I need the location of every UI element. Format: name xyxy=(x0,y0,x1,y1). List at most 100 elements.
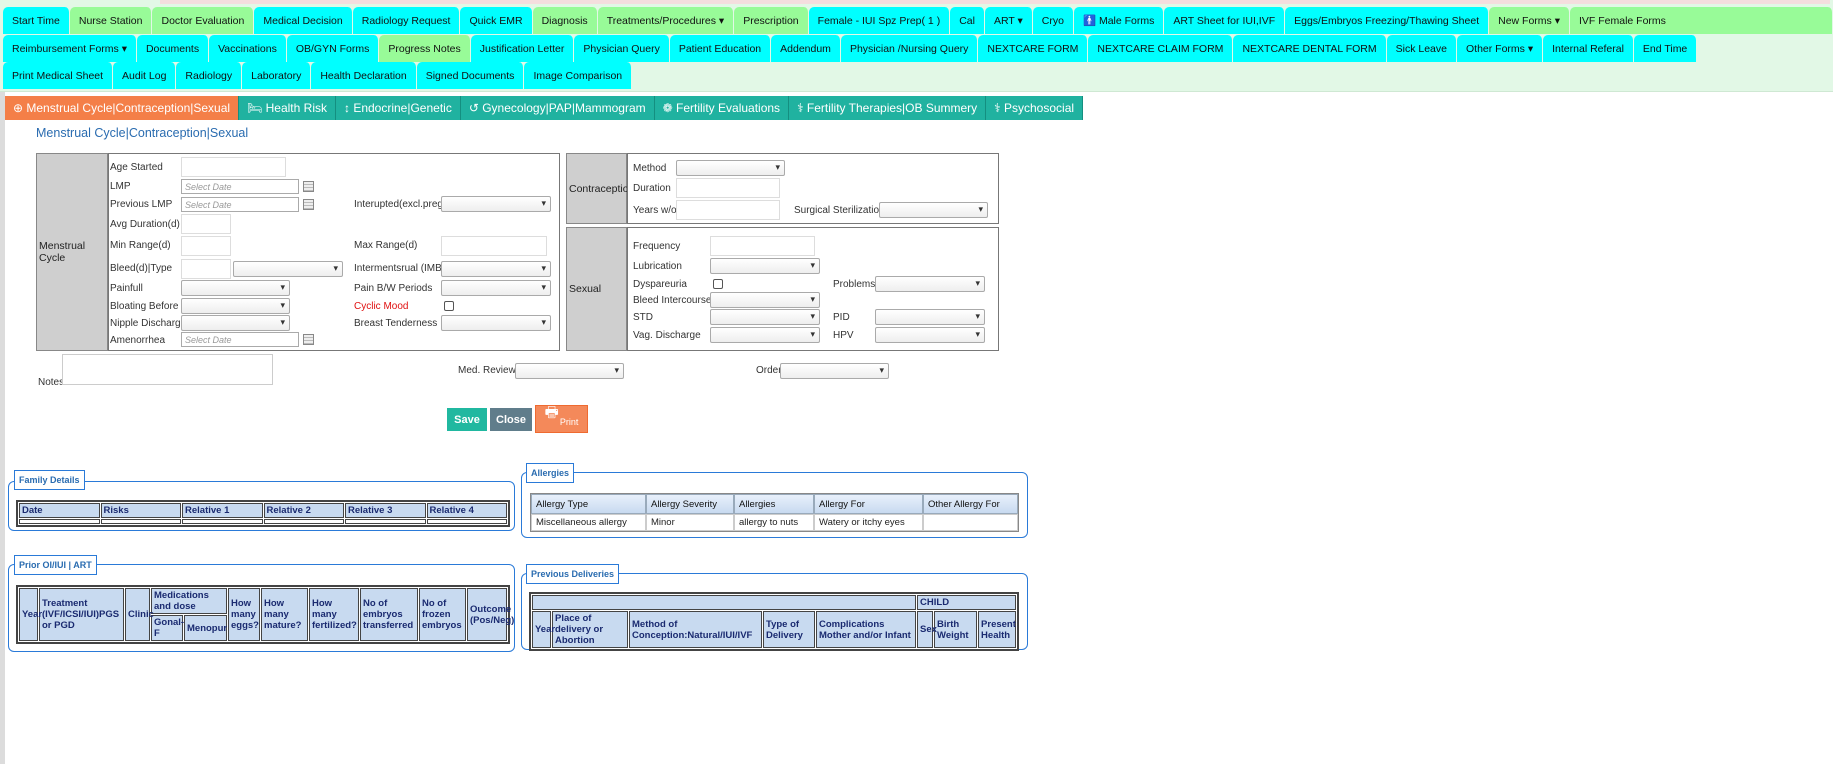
nav-radiology[interactable]: Radiology xyxy=(176,62,243,89)
nav-documents[interactable]: Documents xyxy=(136,35,210,62)
calendar-icon[interactable] xyxy=(303,334,314,345)
nav-cryo[interactable]: Cryo xyxy=(1032,7,1074,34)
previous-lmp-date-input[interactable]: Select Date xyxy=(181,197,299,212)
tab-fertility-evaluations[interactable]: ❁ Fertility Evaluations xyxy=(654,96,790,120)
col-relative-4: Relative 4 xyxy=(426,503,507,518)
table-row: Miscellaneous allergy Minor allergy to nut… xyxy=(531,514,1018,531)
col-date: Date xyxy=(19,503,100,518)
nav-internal-referal[interactable]: Internal Referal xyxy=(1543,35,1634,62)
nav-progress-notes[interactable]: Progress Notes xyxy=(379,35,471,62)
close-button[interactable]: Close xyxy=(490,408,532,431)
nav-nextcare-form[interactable]: NEXTCARE FORM xyxy=(978,35,1089,62)
print-button[interactable]: 🖶 Print xyxy=(535,404,588,433)
nav-laboratory[interactable]: Laboratory xyxy=(242,62,312,89)
sexual-section-label: Sexual xyxy=(566,227,627,351)
col-relative-3: Relative 3 xyxy=(345,503,426,518)
table-cell: allergy to nuts xyxy=(734,514,814,531)
nav-physician-query[interactable]: Physician Query xyxy=(574,35,670,62)
nav-patient-education[interactable]: Patient Education xyxy=(669,35,772,62)
lubrication-select[interactable] xyxy=(710,258,820,274)
method-select[interactable] xyxy=(676,160,785,176)
nav-art-sheet-for-iui-ivf[interactable]: ART Sheet for IUI,IVF xyxy=(1164,7,1286,34)
calendar-icon[interactable] xyxy=(303,181,314,192)
med-review-select[interactable] xyxy=(515,363,624,379)
nav-addendum[interactable]: Addendum xyxy=(771,35,841,62)
nav-prescription[interactable]: Prescription xyxy=(734,7,809,34)
years-wo-input[interactable] xyxy=(676,200,780,220)
nav-audit-log[interactable]: Audit Log xyxy=(113,62,177,89)
std-select[interactable] xyxy=(710,309,820,325)
nav-medical-decision[interactable]: Medical Decision xyxy=(254,7,353,34)
duration-input[interactable] xyxy=(676,178,780,198)
problems-select[interactable] xyxy=(875,276,985,292)
age-started-input[interactable] xyxy=(181,157,286,177)
nav-eggs-embryos-freezing-thawing-sheet[interactable]: Eggs/Embryos Freezing/Thawing Sheet xyxy=(1285,7,1490,34)
nav-justification-letter[interactable]: Justification Letter xyxy=(470,35,575,62)
nav-reimbursement-forms[interactable]: Reimbursement Forms ▾ xyxy=(3,35,137,62)
nav-cal[interactable]: Cal xyxy=(950,7,985,34)
painfull-select[interactable] xyxy=(181,280,290,296)
method-label: Method xyxy=(633,163,667,174)
notes-textarea[interactable] xyxy=(62,354,273,385)
max-range-input[interactable] xyxy=(441,236,547,256)
breast-label: Breast Tenderness xyxy=(354,318,438,329)
bloating-select[interactable] xyxy=(181,298,290,314)
lmp-date-input[interactable]: Select Date xyxy=(181,179,299,194)
intermenstrual-select[interactable] xyxy=(441,261,551,277)
table-cell: Watery or itchy eyes xyxy=(814,514,923,531)
save-button[interactable]: Save xyxy=(447,408,487,431)
nav-sick-leave[interactable]: Sick Leave xyxy=(1386,35,1457,62)
nav-art[interactable]: ART ▾ xyxy=(984,7,1033,34)
nav-female-iui-spz-prep-1[interactable]: Female - IUI Spz Prep( 1 ) xyxy=(808,7,951,34)
nav-new-forms[interactable]: New Forms ▾ xyxy=(1489,7,1570,34)
nav-start-time[interactable]: Start Time xyxy=(3,7,70,34)
nav-image-comparison[interactable]: Image Comparison xyxy=(524,62,633,89)
nav-male-forms[interactable]: 🚹 Male Forms xyxy=(1073,7,1165,34)
tab-endocrine-genetic[interactable]: ↕ Endocrine|Genetic xyxy=(335,96,461,120)
vag-discharge-select[interactable] xyxy=(710,327,820,343)
interrupted-select[interactable] xyxy=(441,196,551,212)
nav-ob-gyn-forms[interactable]: OB/GYN Forms xyxy=(286,35,380,62)
hpv-select[interactable] xyxy=(875,327,985,343)
surgical-select[interactable] xyxy=(879,202,988,218)
nav-health-declaration[interactable]: Health Declaration xyxy=(311,62,417,89)
order-select[interactable] xyxy=(780,363,889,379)
tab-fertility-therapies-ob-summery[interactable]: ⚕ Fertility Therapies|OB Summery xyxy=(789,96,987,120)
nav-treatments-procedures[interactable]: Treatments/Procedures ▾ xyxy=(597,7,735,34)
nav-end-time[interactable]: End Time xyxy=(1633,35,1698,62)
nav-ivf-female-forms[interactable]: IVF Female Forms xyxy=(1569,7,1833,34)
nav-nextcare-dental-form[interactable]: NEXTCARE DENTAL FORM xyxy=(1233,35,1387,62)
bleed-intercourse-select[interactable] xyxy=(710,292,820,308)
nav-vaccinations[interactable]: Vaccinations xyxy=(209,35,287,62)
nav-other-forms[interactable]: Other Forms ▾ xyxy=(1457,35,1544,62)
tab-gynecology-pap-mammogram[interactable]: ↺ Gynecology|PAP|Mammogram xyxy=(460,96,655,120)
cyclic-mood-checkbox[interactable] xyxy=(444,301,454,311)
avg-duration-input[interactable] xyxy=(181,214,231,234)
pain-bw-select[interactable] xyxy=(441,280,551,296)
nav-physician-nursing-query[interactable]: Physician /Nursing Query xyxy=(840,35,979,62)
min-range-input[interactable] xyxy=(181,236,231,256)
nav-doctor-evaluation[interactable]: Doctor Evaluation xyxy=(152,7,255,34)
nav-nurse-station[interactable]: Nurse Station xyxy=(69,7,153,34)
bleed-type-select[interactable] xyxy=(233,261,343,277)
tab-health-risk[interactable]: 🛏 Health Risk xyxy=(239,96,336,120)
amenorrhea-date-input[interactable]: Select Date xyxy=(181,332,299,347)
col-year: Year xyxy=(19,588,42,641)
breast-select[interactable] xyxy=(441,315,551,331)
nav-diagnosis[interactable]: Diagnosis xyxy=(532,7,598,34)
dyspareuria-checkbox[interactable] xyxy=(713,279,723,289)
bleed-days-input[interactable] xyxy=(181,259,231,279)
tab-menstrual-cycle-contraception-sexual[interactable]: ⊕ Menstrual Cycle|Contraception|Sexual xyxy=(5,96,240,120)
nav-signed-documents[interactable]: Signed Documents xyxy=(416,62,525,89)
nav-quick-emr[interactable]: Quick EMR xyxy=(460,7,533,34)
calendar-icon[interactable] xyxy=(303,199,314,210)
frequency-input[interactable] xyxy=(710,236,815,256)
nav-print-medical-sheet[interactable]: Print Medical Sheet xyxy=(3,62,114,89)
table-cell: Miscellaneous allergy xyxy=(531,514,646,531)
tab-psychosocial[interactable]: ⚕ Psychosocial xyxy=(986,96,1084,120)
pid-select[interactable] xyxy=(875,309,985,325)
table-cell xyxy=(923,514,1018,531)
nipple-select[interactable] xyxy=(181,315,290,331)
nav-nextcare-claim-form[interactable]: NEXTCARE CLAIM FORM xyxy=(1088,35,1234,62)
nav-radiology-request[interactable]: Radiology Request xyxy=(352,7,461,34)
